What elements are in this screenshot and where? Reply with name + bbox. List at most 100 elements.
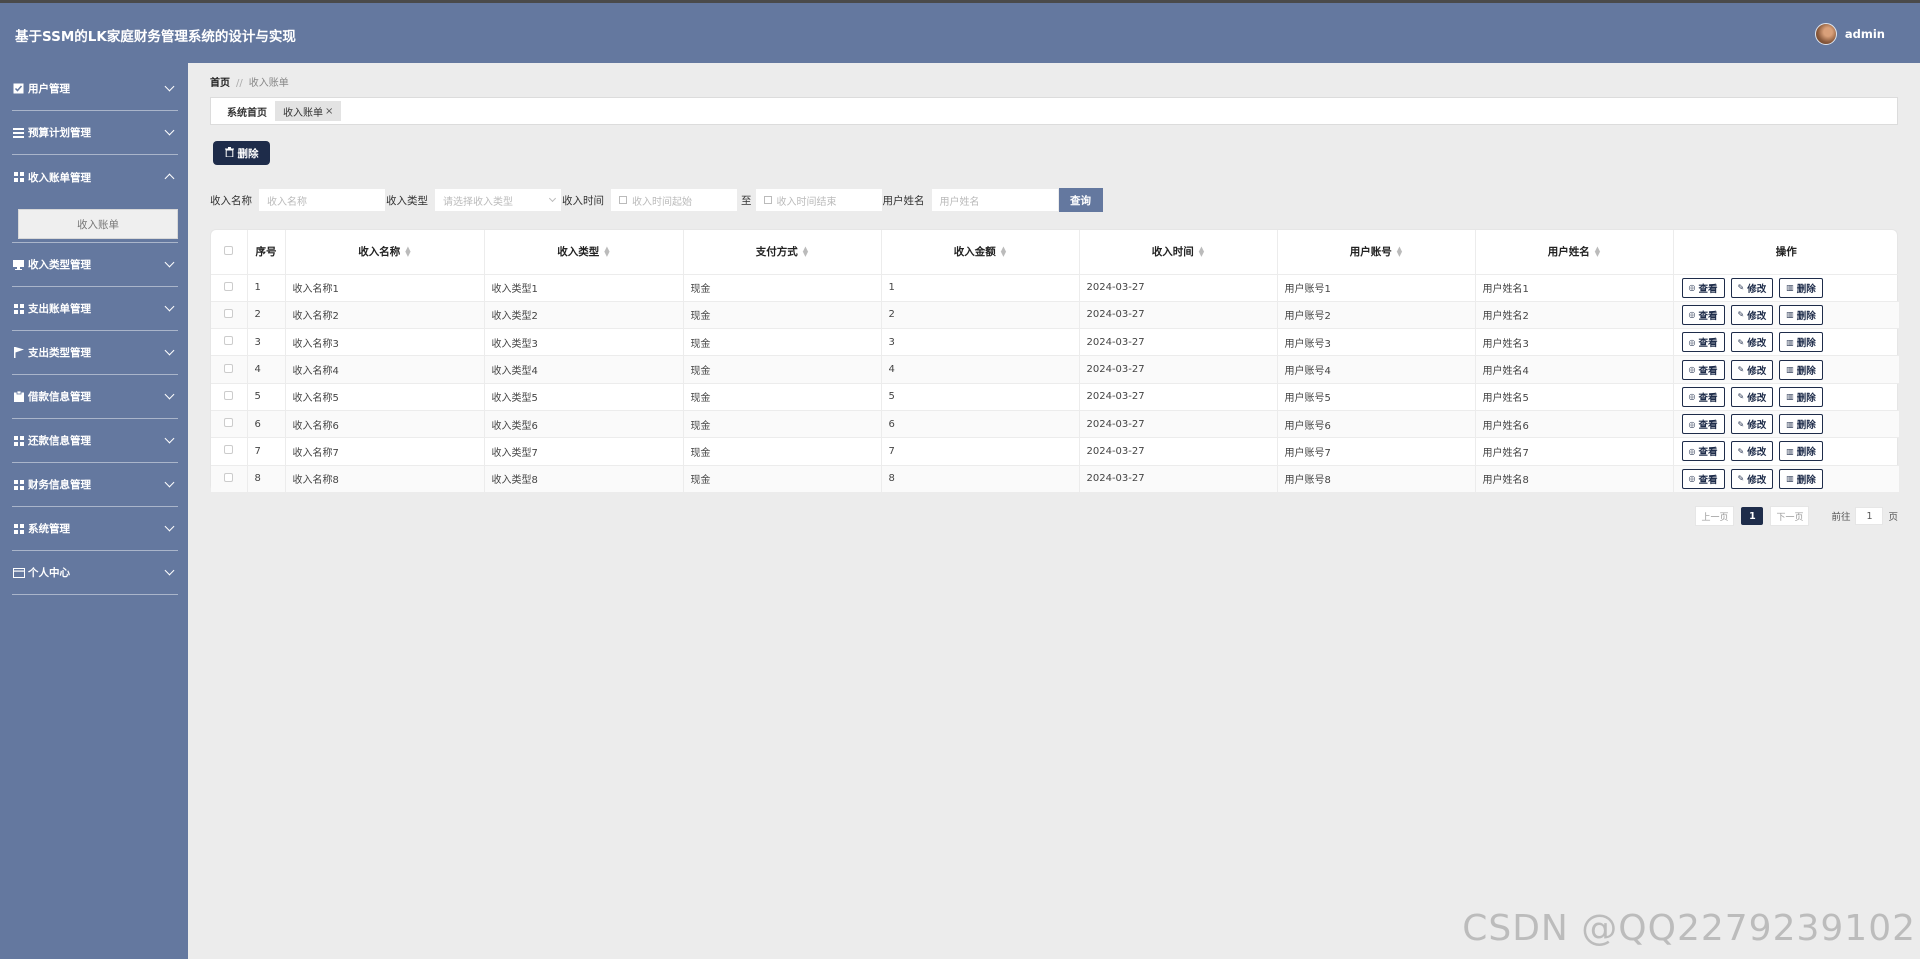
edit-button[interactable]: ✎ 修改 — [1730, 359, 1774, 380]
tab-home[interactable]: 系统首页 — [219, 101, 275, 121]
checkbox[interactable] — [224, 418, 234, 428]
edit-button[interactable]: ✎ 修改 — [1730, 468, 1774, 489]
income-time-end-input[interactable]: 收入时间结束 — [754, 188, 883, 212]
checkbox[interactable] — [224, 308, 234, 318]
user-name-input[interactable]: 用户姓名 — [930, 188, 1059, 212]
row-checkbox-cell[interactable] — [211, 301, 248, 330]
table-cell: 4 — [881, 355, 1080, 384]
flag-icon — [12, 346, 25, 359]
table-cell: 用户姓名6 — [1475, 410, 1674, 439]
edit-button[interactable]: ✎ 修改 — [1730, 414, 1774, 435]
column-header[interactable]: 收入时间 ▲ ▼ — [1079, 230, 1278, 275]
column-header[interactable]: 支付方式 ▲ ▼ — [683, 230, 882, 275]
sort-icon[interactable]: ▲ ▼ — [405, 246, 410, 258]
view-button[interactable]: ◎ 查看 — [1681, 386, 1725, 407]
sort-icon[interactable]: ▲ ▼ — [803, 246, 808, 258]
view-button[interactable]: ◎ 查看 — [1681, 277, 1725, 298]
actions-cell: ◎ 查看 ✎ 修改 ▥ 删除 — [1673, 465, 1899, 493]
eye-icon: ◎ — [1688, 392, 1696, 402]
select-all-checkbox[interactable] — [211, 230, 248, 275]
delete-button[interactable]: ▥ 删除 — [1779, 332, 1823, 353]
submenu-item-income-bill[interactable]: 收入账单 — [18, 209, 178, 239]
grid-icon — [12, 302, 25, 315]
page-number-current[interactable]: 1 — [1741, 507, 1764, 525]
edit-button[interactable]: ✎ 修改 — [1730, 277, 1774, 298]
column-header[interactable]: 用户账号 ▲ ▼ — [1277, 230, 1476, 275]
checkbox[interactable] — [224, 281, 234, 291]
delete-button[interactable]: ▥ 删除 — [1779, 359, 1823, 380]
batch-delete-label: 删除 — [237, 147, 259, 160]
user-name[interactable]: admin — [1845, 27, 1885, 41]
delete-button[interactable]: ▥ 删除 — [1779, 304, 1823, 325]
checkbox[interactable] — [224, 445, 234, 455]
batch-delete-button[interactable]: 删除 — [213, 141, 270, 165]
tab-income-bill[interactable]: 收入账单 × — [275, 101, 342, 121]
sidebar-item-income-bill[interactable]: 收入账单管理 — [12, 155, 178, 199]
sidebar-item-loan-info[interactable]: 借款信息管理 — [12, 375, 178, 419]
checkbox[interactable] — [224, 390, 234, 400]
sidebar-item-user-management[interactable]: 用户管理 — [12, 67, 178, 111]
row-checkbox-cell[interactable] — [211, 355, 248, 384]
table-cell: 收入名称1 — [285, 274, 485, 302]
prev-page-button[interactable]: 上一页 — [1695, 506, 1735, 526]
column-header[interactable]: 收入名称 ▲ ▼ — [285, 230, 485, 275]
sidebar-item-system-management[interactable]: 系统管理 — [12, 507, 178, 551]
income-type-select[interactable]: 请选择收入类型 — [434, 188, 562, 212]
view-button[interactable]: ◎ 查看 — [1681, 414, 1725, 435]
column-header[interactable]: 收入类型 ▲ ▼ — [484, 230, 684, 275]
user-menu[interactable]: admin — [1814, 23, 1885, 45]
user-name-label: 用户姓名 — [882, 194, 925, 207]
view-button[interactable]: ◎ 查看 — [1681, 468, 1725, 489]
row-checkbox-cell[interactable] — [211, 383, 248, 411]
table-cell: 收入类型4 — [484, 355, 684, 384]
goto-page-input[interactable]: 1 — [1855, 507, 1884, 525]
sort-icon[interactable]: ▲ ▼ — [1397, 246, 1402, 258]
sidebar-item-repayment-info[interactable]: 还款信息管理 — [12, 419, 178, 463]
sort-icon[interactable]: ▲ ▼ — [604, 246, 609, 258]
income-time-start-input[interactable]: 收入时间起始 — [610, 188, 738, 212]
edit-icon: ✎ — [1737, 337, 1745, 347]
avatar[interactable] — [1814, 23, 1837, 45]
breadcrumb-home[interactable]: 首页 — [210, 78, 230, 89]
row-checkbox-cell[interactable] — [211, 274, 248, 302]
eye-icon: ◎ — [1688, 365, 1696, 375]
income-name-input[interactable]: 收入名称 — [258, 188, 386, 212]
sidebar-item-income-type[interactable]: 收入类型管理 — [12, 243, 178, 287]
query-button[interactable]: 查询 — [1058, 188, 1103, 212]
sidebar-item-expense-bill[interactable]: 支出账单管理 — [12, 287, 178, 331]
sidebar-item-budget-plan[interactable]: 预算计划管理 — [12, 111, 178, 155]
delete-button[interactable]: ▥ 删除 — [1779, 468, 1823, 489]
row-checkbox-cell[interactable] — [211, 328, 248, 357]
delete-button[interactable]: ▥ 删除 — [1779, 441, 1823, 462]
checkbox[interactable] — [224, 472, 234, 482]
sort-icon[interactable]: ▲ ▼ — [1595, 246, 1600, 258]
close-icon[interactable]: × — [325, 106, 333, 117]
row-checkbox-cell[interactable] — [211, 410, 248, 439]
sort-icon[interactable]: ▲ ▼ — [1001, 246, 1006, 258]
view-button[interactable]: ◎ 查看 — [1681, 441, 1725, 462]
edit-button[interactable]: ✎ 修改 — [1730, 332, 1774, 353]
view-button[interactable]: ◎ 查看 — [1681, 332, 1725, 353]
column-header[interactable]: 收入金额 ▲ ▼ — [881, 230, 1080, 275]
view-button[interactable]: ◎ 查看 — [1681, 304, 1725, 325]
column-header[interactable]: 用户姓名 ▲ ▼ — [1475, 230, 1674, 275]
sidebar-item-expense-type[interactable]: 支出类型管理 — [12, 331, 178, 375]
view-button[interactable]: ◎ 查看 — [1681, 359, 1725, 380]
goto-label: 前往 — [1831, 512, 1851, 523]
sidebar-item-finance-info[interactable]: 财务信息管理 — [12, 463, 178, 507]
delete-button[interactable]: ▥ 删除 — [1779, 414, 1823, 435]
edit-button[interactable]: ✎ 修改 — [1730, 304, 1774, 325]
checkbox[interactable] — [224, 336, 234, 346]
row-checkbox-cell[interactable] — [211, 465, 248, 493]
edit-button[interactable]: ✎ 修改 — [1730, 441, 1774, 462]
sidebar-item-personal-center[interactable]: 个人中心 — [12, 551, 178, 595]
checkbox[interactable] — [224, 245, 234, 255]
edit-button[interactable]: ✎ 修改 — [1730, 386, 1774, 407]
sort-icon[interactable]: ▲ ▼ — [1199, 246, 1204, 258]
next-page-button[interactable]: 下一页 — [1770, 506, 1810, 526]
delete-button[interactable]: ▥ 删除 — [1779, 386, 1823, 407]
delete-button[interactable]: ▥ 删除 — [1779, 277, 1823, 298]
row-checkbox-cell[interactable] — [211, 437, 248, 466]
checkbox[interactable] — [224, 363, 234, 373]
id-card-icon — [12, 566, 25, 579]
